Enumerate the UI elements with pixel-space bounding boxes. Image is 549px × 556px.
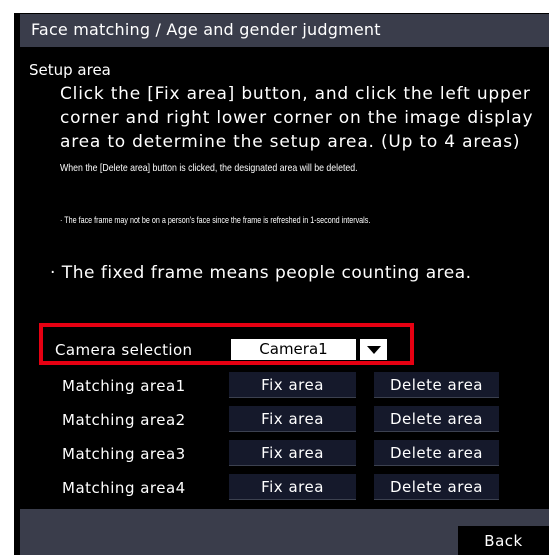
dialog-title: Face matching / Age and gender judgment [31, 20, 381, 39]
fix-area-4-button[interactable]: Fix area [229, 474, 356, 500]
back-button[interactable]: Back [458, 526, 549, 555]
setup-panel: Setup area Click the [Fix area] button, … [20, 47, 549, 509]
footer-bar: Back [20, 509, 549, 555]
matching-area-2-label: Matching area2 [62, 411, 186, 429]
instruction-line-2: corner and right lower corner on the ima… [60, 108, 534, 128]
delete-area-4-button[interactable]: Delete area [374, 474, 499, 500]
title-bar: Face matching / Age and gender judgment [20, 14, 549, 47]
camera-dropdown-button[interactable] [360, 339, 387, 360]
matching-area-1-label: Matching area1 [62, 377, 186, 395]
matching-area-4-label: Matching area4 [62, 479, 186, 497]
instruction-line-1: Click the [Fix area] button, and click t… [60, 84, 531, 104]
fix-area-2-button[interactable]: Fix area [229, 406, 356, 432]
fix-area-3-button[interactable]: Fix area [229, 440, 356, 466]
delete-area-note: When the [Delete area] button is clicked… [60, 163, 358, 174]
delete-area-2-button[interactable]: Delete area [374, 406, 499, 432]
fix-area-1-button[interactable]: Fix area [229, 372, 356, 398]
matching-area-3-label: Matching area3 [62, 445, 186, 463]
delete-area-1-button[interactable]: Delete area [374, 372, 499, 398]
chevron-down-icon [367, 346, 381, 354]
delete-area-3-button[interactable]: Delete area [374, 440, 499, 466]
fixed-frame-note: · The fixed frame means people counting … [50, 263, 472, 283]
camera-select[interactable]: Camera1 [231, 339, 356, 360]
camera-selection-label: Camera selection [55, 341, 193, 359]
face-frame-note: · The face frame may not be on a person'… [60, 215, 371, 225]
instruction-line-3: area to determine the setup area. (Up to… [60, 132, 521, 152]
setup-area-heading: Setup area [29, 61, 111, 79]
